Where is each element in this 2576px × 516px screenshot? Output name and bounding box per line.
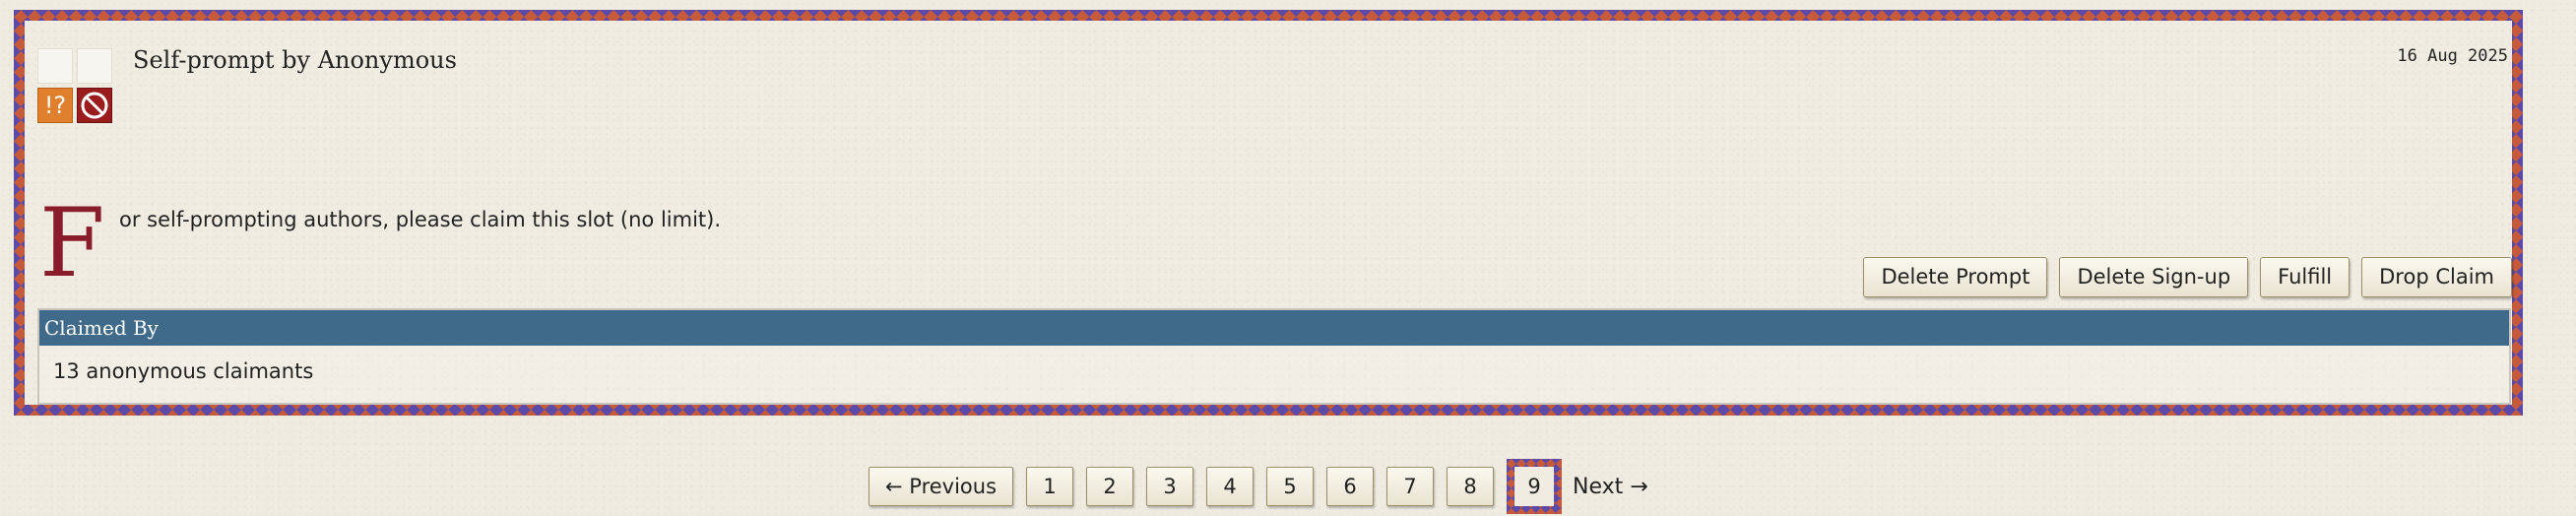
fulfill-button[interactable]: Fulfill [2260,257,2351,297]
prompt-heading: Self-prompt by Anonymous [133,46,457,74]
prompt-summary: or self-prompting authors, please claim … [119,208,722,231]
prompt-date: 16 Aug 2025 [2397,46,2508,66]
page-button-3[interactable]: 3 [1146,467,1194,506]
blank-icon [77,48,112,84]
claims-body: 13 anonymous claimants [53,359,314,383]
dropcap-letter: F [39,188,105,298]
page-button-4[interactable]: 4 [1206,467,1255,506]
next-page-link[interactable]: Next → [1573,475,1648,499]
previous-page-button[interactable]: ← Previous [869,467,1014,506]
prompt-actions: Delete Prompt Delete Sign-up Fulfill Dro… [1863,257,2512,297]
prompt-blurb-inner: !? Self-prompt by Anonymous 16 Aug 2025 … [25,21,2512,405]
claims-table: Claimed By 13 anonymous claimants [37,308,2511,405]
page-button-7[interactable]: 7 [1386,467,1435,506]
current-page: 9 [1514,467,1555,506]
page-button-1[interactable]: 1 [1026,467,1074,506]
pagination: ← Previous 1 2 3 4 5 6 7 8 9 Next → [869,459,1648,514]
page-button-8[interactable]: 8 [1447,467,1495,506]
page-button-2[interactable]: 2 [1086,467,1134,506]
page-button-6[interactable]: 6 [1326,467,1375,506]
delete-prompt-button[interactable]: Delete Prompt [1863,257,2048,297]
delete-signup-button[interactable]: Delete Sign-up [2059,257,2249,297]
blank-icon [37,48,73,84]
page-button-5[interactable]: 5 [1266,467,1315,506]
prompt-blurb: !? Self-prompt by Anonymous 16 Aug 2025 … [14,10,2523,416]
warning-icon: !? [37,88,73,123]
current-page-frame: 9 [1507,459,1562,514]
claims-header: Claimed By [39,310,2509,346]
drop-claim-button[interactable]: Drop Claim [2361,257,2512,297]
prohibited-icon [77,88,112,123]
